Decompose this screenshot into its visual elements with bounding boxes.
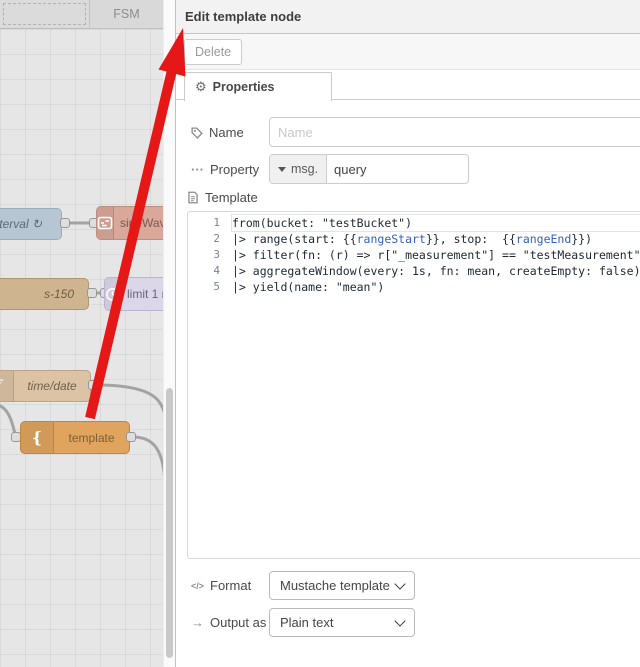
node-sinewave[interactable]: sineWave (96, 206, 163, 240)
output-value: Plain text (280, 615, 334, 630)
node-label: template (68, 430, 115, 445)
node-s150[interactable]: s-150 (0, 278, 89, 310)
clock-icon (105, 278, 121, 310)
property-label: ··· Property (191, 161, 260, 177)
msg-type-dropdown[interactable]: msg. (270, 155, 327, 183)
msg-prefix: msg. (290, 162, 319, 176)
line-number: 4 (213, 264, 220, 277)
tab-label: FSM (113, 7, 140, 21)
dialog-header: Edit template node (176, 0, 640, 34)
format-select[interactable]: Mustache template (269, 571, 415, 600)
name-label: Name (191, 125, 244, 140)
tab-properties[interactable]: ⚙ Properties (184, 72, 332, 101)
format-label: </> Format (191, 578, 252, 593)
chevron-down-icon (394, 577, 406, 590)
port-out-interval[interactable] (60, 218, 70, 228)
code-text: |> yield(name: "mean") (232, 280, 385, 294)
format-value: Mustache template (280, 578, 390, 593)
waveform-icon (97, 207, 114, 239)
code-line[interactable]: 3 |> filter(fn: (r) => r["_measurement"] … (188, 247, 640, 263)
port-out-template[interactable] (126, 432, 136, 442)
output-select[interactable]: Plain text (269, 608, 415, 637)
code-icon: </> (191, 580, 205, 591)
workspace-tab-fsm[interactable]: FSM (90, 0, 163, 28)
code-text: |> aggregateWindow(every: 1s, fn: mean, … (232, 264, 640, 278)
file-code-icon (187, 191, 199, 204)
property-input[interactable] (327, 155, 468, 183)
node-template[interactable]: { template (20, 421, 130, 454)
node-label: time/date (27, 379, 77, 393)
flow-canvas[interactable]: interval ↻ sineWave s-150 limit 1 ms f t… (0, 29, 163, 667)
output-label: → Output as (191, 615, 267, 630)
ellipsis-icon: ··· (191, 161, 204, 177)
property-typedinput: msg. (269, 154, 469, 184)
gear-icon: ⚙ (195, 79, 207, 94)
code-text: from(bucket: "testBucket") (232, 215, 640, 231)
flow-editor: FSM interval ↻ sineWave s-150 (0, 0, 163, 667)
caret-down-icon (277, 166, 286, 172)
edit-template-dialog: Edit template node Delete ⚙ Properties N… (175, 0, 640, 667)
code-line[interactable]: 1 from(bucket: "testBucket") (188, 215, 640, 231)
wires (0, 221, 163, 477)
port-out-s150[interactable] (87, 288, 97, 298)
node-label: limit 1 ms (127, 287, 163, 301)
code-lines: 1 from(bucket: "testBucket") 2 |> range(sta… (188, 215, 640, 295)
port-out-timedate[interactable] (88, 380, 98, 390)
dialog-title: Edit template node (185, 9, 302, 24)
template-code-editor[interactable]: 1 from(bucket: "testBucket") 2 |> range(sta… (187, 211, 640, 559)
node-limit[interactable]: limit 1 ms (104, 277, 163, 311)
line-number: 1 (213, 216, 220, 229)
line-number: 5 (213, 280, 220, 293)
delete-button[interactable]: Delete (184, 39, 243, 65)
code-line[interactable]: 5 |> yield(name: "mean") (188, 279, 640, 295)
tab-drag-outline (3, 3, 86, 25)
code-line[interactable]: 2 |> range(start: {{rangeStart}}, stop: {… (188, 231, 640, 247)
dialog-tabbar: ⚙ Properties (176, 70, 640, 101)
node-label: s-150 (43, 287, 74, 301)
repeat-icon: ↻ (31, 217, 43, 231)
arrow-right-icon: → (191, 615, 204, 630)
tab-properties-label: Properties (212, 80, 275, 94)
code-text: |> range(start: {{rangeStart}}, stop: {{… (232, 232, 593, 246)
function-icon: f (0, 371, 14, 401)
dialog-toolbar: Delete (176, 34, 640, 70)
tag-icon (191, 126, 203, 139)
scrollbar-thumb[interactable] (166, 388, 173, 658)
line-number: 2 (213, 232, 220, 245)
node-label: interval (0, 217, 29, 231)
workspace-tabbar: FSM (0, 0, 163, 29)
node-interval[interactable]: interval ↻ (0, 208, 62, 240)
node-timedate[interactable]: f time/date (0, 370, 91, 402)
code-text: |> filter(fn: (r) => r["_measurement"] =… (232, 248, 640, 262)
template-label: Template (187, 190, 258, 205)
code-line[interactable]: 4 |> aggregateWindow(every: 1s, fn: mean,… (188, 263, 640, 279)
mustache-brace-icon: { (21, 422, 54, 453)
line-number: 3 (213, 248, 220, 261)
node-label: sineWave (120, 216, 163, 230)
workspace-tab-partial[interactable] (0, 0, 90, 28)
name-input[interactable] (269, 117, 640, 147)
chevron-down-icon (394, 614, 406, 627)
